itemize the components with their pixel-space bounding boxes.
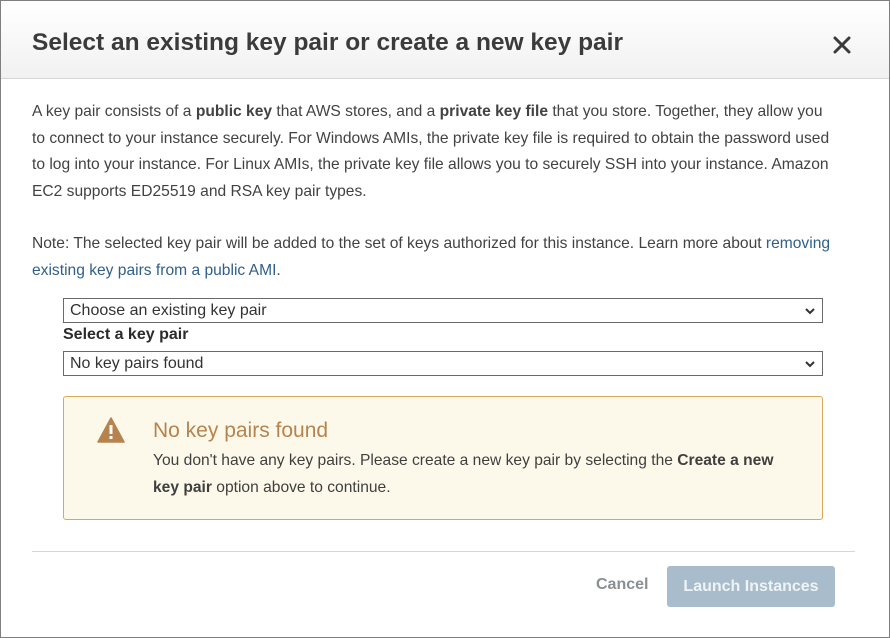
alert-end-text: option above to continue.	[211, 479, 391, 496]
cancel-button[interactable]: Cancel	[596, 576, 648, 594]
alert-title: No key pairs found	[153, 419, 329, 442]
intro-text: A key pair consists of a	[32, 103, 196, 120]
footer-divider	[32, 551, 855, 552]
key-pair-select[interactable]: No key pairs found	[63, 351, 823, 376]
alert-text: You don't have any key pairs. Please cre…	[153, 452, 678, 469]
note-text: Note: The selected key pair will be adde…	[32, 235, 766, 252]
key-pair-select-value: No key pairs found	[70, 355, 204, 372]
key-pair-dialog: Select an existing key pair or create a …	[0, 0, 890, 638]
select-key-pair-label: Select a key pair	[63, 326, 189, 343]
alert-message: You don't have any key pairs. Please cre…	[153, 447, 803, 501]
note-end: .	[276, 261, 281, 279]
private-key-file-text: private key file	[439, 103, 549, 120]
chevron-down-icon	[805, 308, 815, 315]
intro-text: that AWS stores, and a	[272, 103, 440, 120]
close-icon[interactable]	[826, 29, 858, 61]
intro-paragraph: A key pair consists of a public key that…	[32, 99, 832, 205]
key-pair-option-select[interactable]: Choose an existing key pair	[63, 298, 823, 323]
note-paragraph: Note: The selected key pair will be adde…	[32, 231, 832, 284]
public-key-text: public key	[195, 103, 273, 120]
key-pair-option-value: Choose an existing key pair	[70, 302, 267, 319]
dialog-title: Select an existing key pair or create a …	[32, 29, 624, 56]
warning-icon	[97, 417, 125, 443]
dialog-header: Select an existing key pair or create a …	[1, 1, 889, 79]
launch-instances-button[interactable]: Launch Instances	[667, 566, 835, 607]
warning-alert: No key pairs found You don't have any ke…	[63, 396, 823, 520]
chevron-down-icon	[805, 361, 815, 368]
